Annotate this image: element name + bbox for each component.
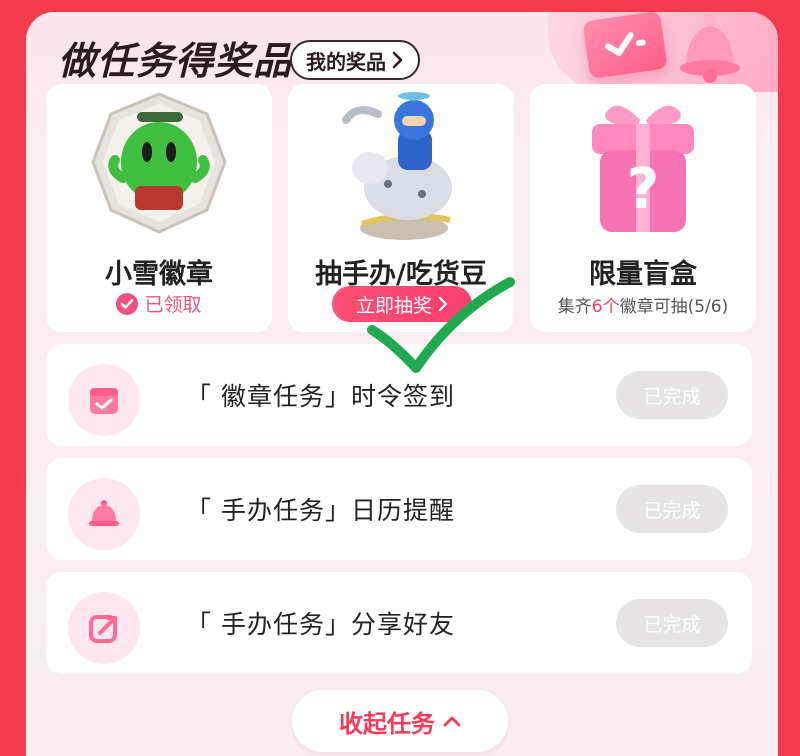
prize-card-badge[interactable]: 小雪徽章 已领取 xyxy=(46,84,272,332)
task-completed-button[interactable]: 已完成 xyxy=(616,371,728,419)
prize-name: 小雪徽章 xyxy=(105,259,213,290)
mystery-gift-box-image: ? xyxy=(592,105,694,232)
collapse-label: 收起任务 xyxy=(339,709,435,738)
task-row-checkin: 「 徽章任务」时令签到 已完成 xyxy=(46,344,752,446)
task-completed-button[interactable]: 已完成 xyxy=(616,599,728,647)
check-circle-icon xyxy=(116,292,139,315)
collect-suffix: 徽章可抽(5/6) xyxy=(619,297,729,317)
bell-icon xyxy=(68,478,140,550)
snow-badge-image xyxy=(91,92,227,234)
claimed-status: 已领取 xyxy=(46,290,272,317)
claimed-label: 已领取 xyxy=(144,294,202,316)
page-title: 做任务得奖品 xyxy=(58,39,293,83)
my-prizes-button[interactable]: 我的奖品 xyxy=(290,40,420,80)
calendar-check-icon xyxy=(68,364,140,436)
svg-text:?: ? xyxy=(627,157,659,222)
collect-count: 6个 xyxy=(591,297,620,317)
bell-decoration-icon xyxy=(680,14,740,83)
task-label: 「 手办任务」日历提醒 xyxy=(186,496,455,525)
collapse-tasks-button[interactable]: 收起任务 xyxy=(292,690,508,752)
draw-now-label: 立即抽奖 xyxy=(355,294,432,317)
chevron-right-icon xyxy=(392,51,403,69)
task-completed-button[interactable]: 已完成 xyxy=(616,485,728,533)
check-card-icon xyxy=(582,10,668,80)
my-prizes-label: 我的奖品 xyxy=(306,49,386,74)
share-edit-icon xyxy=(68,592,140,664)
chevron-up-icon xyxy=(443,716,461,727)
prize-card-figure[interactable]: 抽手办/吃货豆 立即抽奖 xyxy=(288,84,514,332)
collect-progress: 集齐6个徽章可抽(5/6) xyxy=(530,292,756,317)
chevron-right-icon xyxy=(438,296,448,312)
figure-toy-image xyxy=(342,92,452,240)
collect-prefix: 集齐 xyxy=(557,297,592,317)
task-row-calendar-reminder: 「 手办任务」日历提醒 已完成 xyxy=(46,458,752,560)
task-label: 「 手办任务」分享好友 xyxy=(186,610,455,639)
task-label: 「 徽章任务」时令签到 xyxy=(186,382,455,411)
prize-name: 限量盲盒 xyxy=(589,259,697,290)
task-row-share-friends: 「 手办任务」分享好友 已完成 xyxy=(46,572,752,674)
prize-card-blind-box[interactable]: ? 限量盲盒 集齐6个徽章可抽(5/6) xyxy=(530,84,756,332)
draw-now-button[interactable]: 立即抽奖 xyxy=(332,286,472,322)
